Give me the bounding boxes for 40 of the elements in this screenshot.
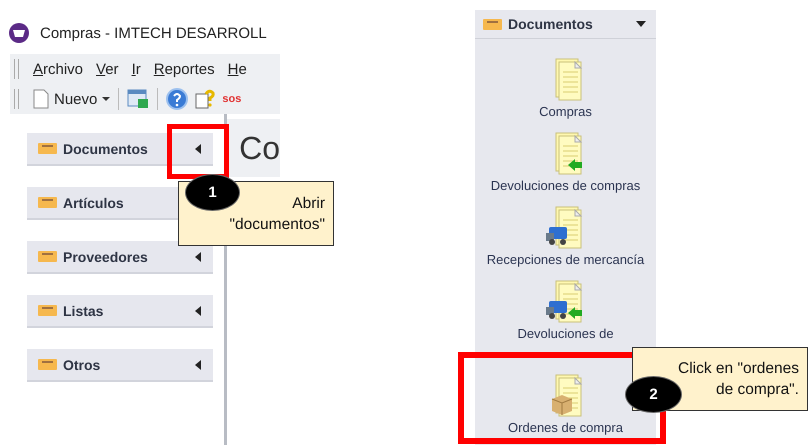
menu-item[interactable]: Ver (96, 60, 119, 78)
document-icon (33, 89, 49, 109)
expand-arrow-icon[interactable] (193, 360, 203, 370)
menu-item[interactable]: He (228, 60, 247, 78)
new-button[interactable]: Nuevo (33, 89, 110, 109)
caret-icon (102, 96, 110, 102)
folder-icon (38, 359, 57, 370)
page-heading: Co (239, 130, 280, 166)
callout-text: de compra". (716, 380, 799, 400)
expand-arrow-icon[interactable] (193, 144, 203, 154)
document-type-item[interactable]: Ordenes de compra (508, 419, 623, 437)
panel-header[interactable]: Documentos (508, 16, 630, 32)
sidebar-section[interactable]: Proveedores (27, 241, 213, 274)
help-icon[interactable] (166, 88, 188, 110)
folder-icon (38, 197, 57, 208)
menu-item[interactable]: Reportes (154, 60, 215, 78)
document-type-item[interactable]: Devoluciones de compras (490, 177, 640, 195)
window-title: Compras - IMTECH DESARROLL (40, 24, 267, 42)
expand-arrow-icon[interactable] (193, 306, 203, 316)
folder-icon (483, 18, 502, 30)
sidebar-section[interactable]: Documentos (27, 133, 213, 166)
callout-text: Abrir (292, 194, 325, 214)
folder-icon (38, 305, 57, 316)
tip-icon[interactable] (194, 88, 216, 110)
menu-item[interactable]: Archivo (33, 60, 84, 78)
folder-icon (38, 251, 57, 262)
calendar-icon[interactable] (127, 89, 150, 109)
document-type-item[interactable]: Devoluciones de (517, 325, 614, 343)
callout-text: "documentos" (230, 214, 325, 234)
sidebar-section[interactable]: Otros (27, 349, 213, 382)
sos-button[interactable]: sos (222, 93, 242, 105)
collapse-arrow-icon[interactable] (636, 19, 646, 29)
callout-text: Click en "ordenes (678, 359, 799, 379)
menu-item[interactable]: Ir (132, 60, 141, 78)
app-logo-icon (8, 22, 30, 44)
sidebar-section[interactable]: Listas (27, 295, 213, 328)
expand-arrow-icon[interactable] (193, 252, 203, 262)
folder-icon (38, 143, 57, 154)
document-type-item[interactable]: Recepciones de mercancía (486, 251, 644, 269)
document-type-item[interactable]: Compras (539, 103, 592, 121)
